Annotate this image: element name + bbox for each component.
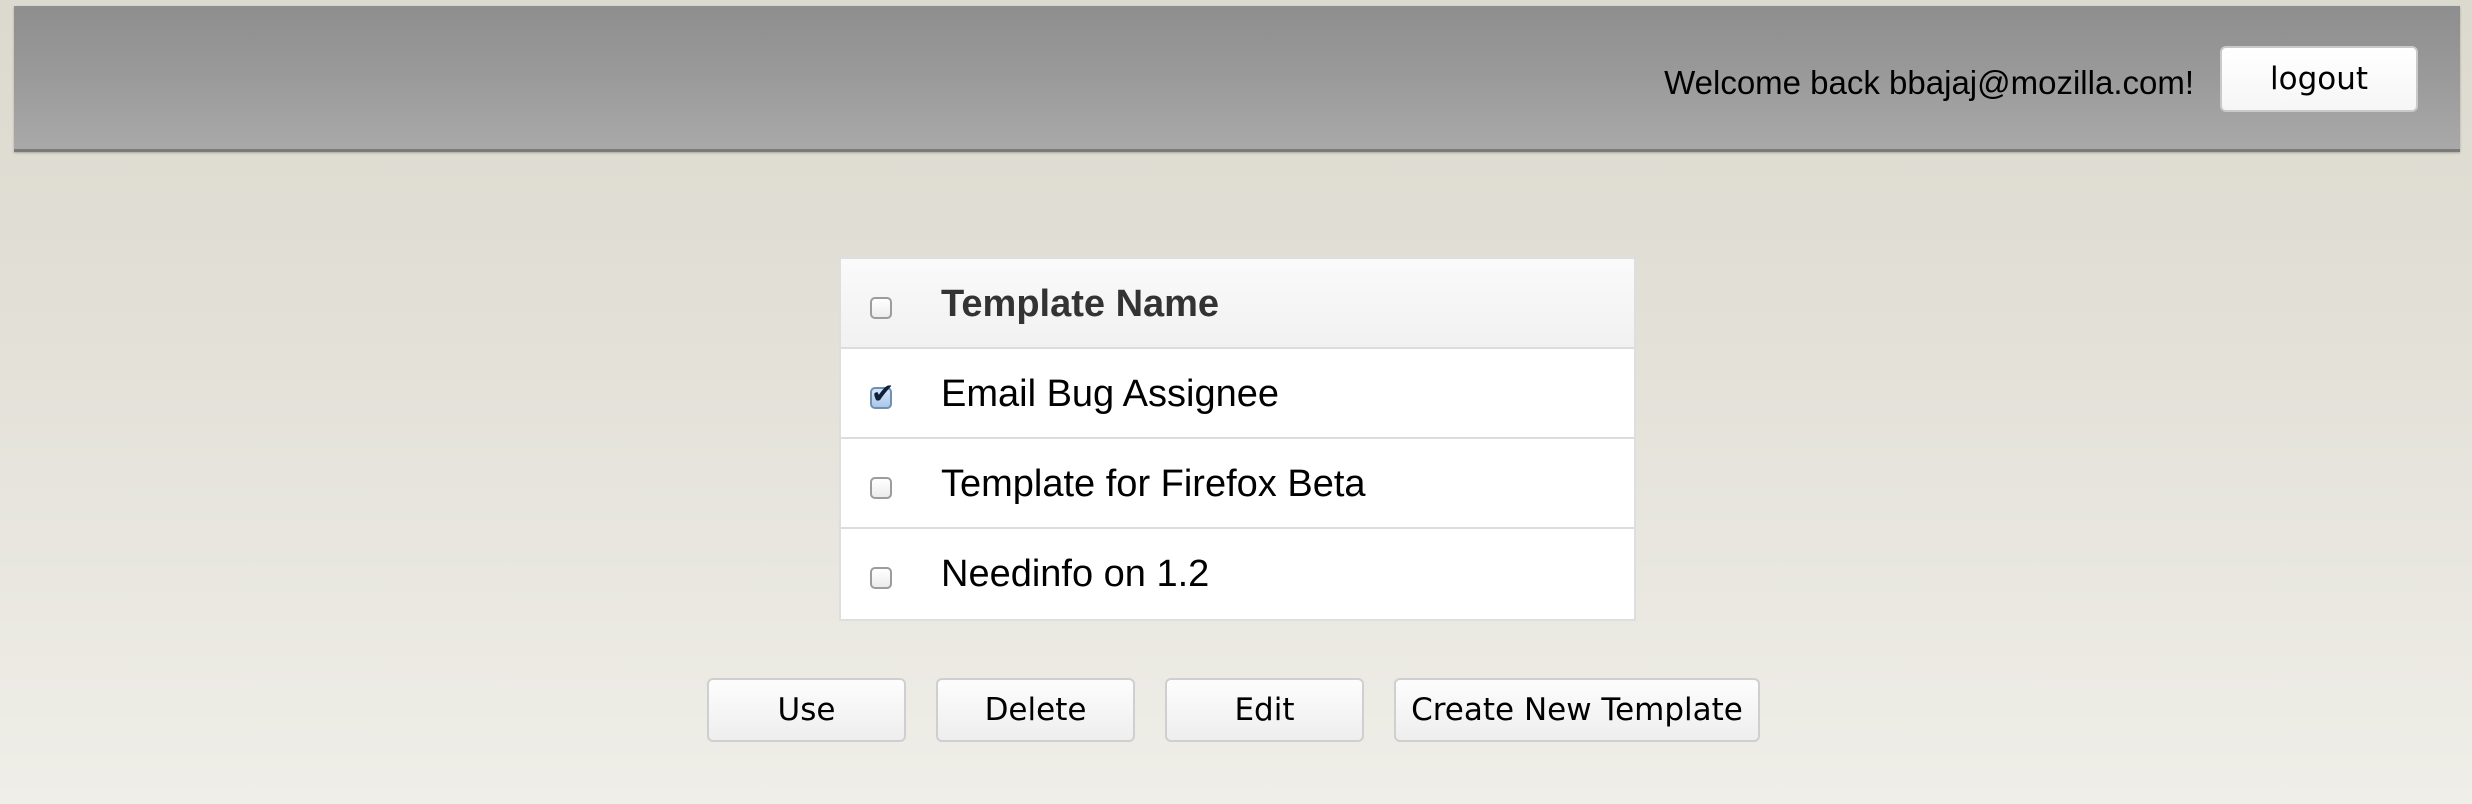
- checkmark-icon: ✔: [871, 378, 895, 409]
- delete-button[interactable]: Delete: [936, 678, 1135, 742]
- template-name: Email Bug Assignee: [941, 373, 1279, 415]
- row-checkbox[interactable]: [870, 567, 892, 589]
- column-header-template-name: Template Name: [941, 283, 1220, 325]
- template-name: Template for Firefox Beta: [941, 463, 1366, 505]
- row-checkbox[interactable]: ✔: [870, 380, 894, 409]
- create-new-template-button[interactable]: Create New Template: [1394, 678, 1760, 742]
- top-header-bar: Welcome back bbajaj@mozilla.com! logout: [14, 6, 2460, 152]
- edit-button[interactable]: Edit: [1165, 678, 1364, 742]
- table-header-row: Template Name: [841, 259, 1634, 349]
- logout-button[interactable]: logout: [2220, 46, 2418, 112]
- use-button[interactable]: Use: [707, 678, 906, 742]
- row-checkbox[interactable]: [870, 477, 892, 499]
- table-row[interactable]: Needinfo on 1.2: [841, 529, 1634, 619]
- select-all-checkbox[interactable]: [870, 297, 892, 319]
- table-row[interactable]: Template for Firefox Beta: [841, 439, 1634, 529]
- table-row[interactable]: ✔ Email Bug Assignee: [841, 349, 1634, 439]
- template-name: Needinfo on 1.2: [941, 553, 1210, 595]
- templates-table: Template Name ✔ Email Bug Assignee Templ…: [839, 257, 1636, 621]
- welcome-message: Welcome back bbajaj@mozilla.com!: [1664, 64, 2194, 101]
